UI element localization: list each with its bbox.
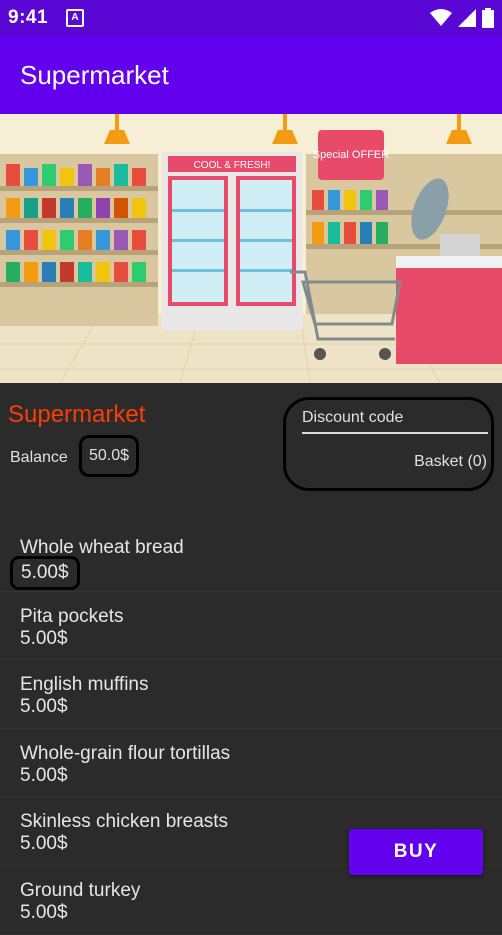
- balance-label: Balance: [10, 449, 68, 466]
- status-icons: [430, 8, 494, 28]
- signal-icon: [458, 9, 476, 27]
- product-name: Whole wheat bread: [20, 537, 184, 558]
- product-item[interactable]: Ground turkey 5.00$: [0, 866, 502, 935]
- app-bar: Supermarket: [0, 36, 502, 114]
- status-bar: 9:41 A: [0, 0, 502, 36]
- discount-code-input[interactable]: [302, 406, 488, 434]
- supermarket-illustration: COOL & FRESH! Special OFFER: [0, 114, 502, 383]
- discount-section: Basket (0): [283, 397, 494, 491]
- product-price: 5.00$: [10, 556, 80, 590]
- basket-link[interactable]: Basket (0): [414, 453, 487, 471]
- product-item[interactable]: Whole wheat bread 5.00$: [0, 523, 502, 592]
- notification-icon: A: [66, 9, 85, 27]
- cool-fresh-sign: COOL & FRESH!: [194, 160, 271, 171]
- product-price: 5.00$: [20, 764, 68, 786]
- hero-image: COOL & FRESH! Special OFFER: [0, 114, 502, 383]
- product-price: 5.00$: [20, 696, 68, 718]
- wifi-icon: [430, 9, 452, 26]
- product-item[interactable]: Pita pockets 5.00$: [0, 592, 502, 661]
- balance-value: 50.0$: [79, 435, 139, 477]
- product-price: 5.00$: [20, 901, 68, 923]
- product-price: 5.00$: [20, 627, 68, 649]
- product-name: Whole-grain flour tortillas: [20, 742, 231, 764]
- product-name: Pita pockets: [20, 605, 124, 627]
- product-name: English muffins: [20, 674, 149, 696]
- product-item[interactable]: English muffins 5.00$: [0, 660, 502, 729]
- battery-icon: [482, 8, 494, 28]
- store-title: Supermarket: [8, 401, 146, 428]
- store-panel: Supermarket Balance 50.0$ Basket (0) Who…: [0, 383, 502, 935]
- product-item[interactable]: Whole-grain flour tortillas 5.00$: [0, 729, 502, 798]
- clock: 9:41: [8, 7, 49, 28]
- buy-button[interactable]: BUY: [349, 829, 483, 875]
- special-offer-sign: Special OFFER: [313, 149, 389, 161]
- app-bar-title: Supermarket: [20, 60, 169, 90]
- product-name: Ground turkey: [20, 879, 141, 901]
